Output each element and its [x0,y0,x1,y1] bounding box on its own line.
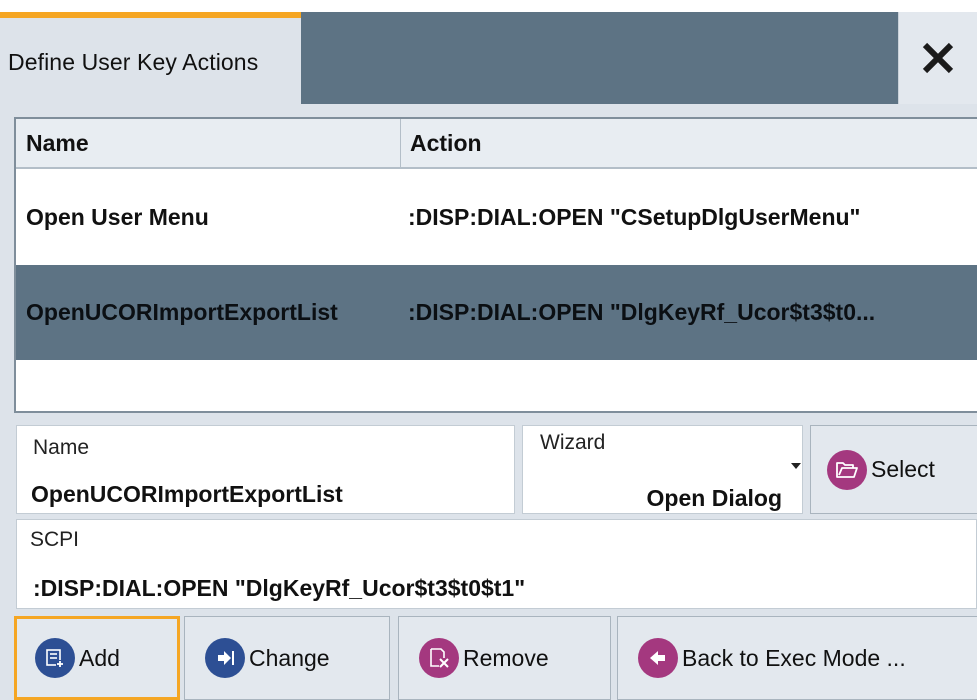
dialog-header-bar [301,12,898,107]
row-name-cell: OpenUCORImportExportList [26,299,338,325]
close-icon [922,42,954,74]
row-name-cell: Open User Menu [26,204,209,230]
remove-button[interactable]: Remove [398,616,611,700]
name-field-value: OpenUCORImportExportList [31,481,343,507]
scpi-field[interactable]: SCPI :DISP:DIAL:OPEN "DlgKeyRf_Ucor$t3$t… [16,519,977,609]
dialog-title-tab: Define User Key Actions [0,12,301,107]
select-button-label: Select [871,456,935,482]
user-key-actions-table: Name Action Open User Menu :DISP:DIAL:OP… [14,117,977,413]
change-arrow-icon [205,638,245,678]
back-arrow-icon [638,638,678,678]
row-action-cell: :DISP:DIAL:OPEN "CSetupDlgUserMenu" [408,204,861,230]
table-row-selected[interactable]: OpenUCORImportExportList :DISP:DIAL:OPEN… [16,265,977,360]
select-button[interactable]: Select [810,425,977,514]
add-button[interactable]: Add [14,616,180,700]
table-row[interactable]: Open User Menu :DISP:DIAL:OPEN "CSetupDl… [16,170,977,265]
column-header-action[interactable]: Action [401,119,977,167]
add-entry-icon [35,638,75,678]
folder-open-icon [827,449,867,490]
change-button[interactable]: Change [184,616,390,700]
name-field[interactable]: Name OpenUCORImportExportList [16,425,515,514]
column-header-name[interactable]: Name [16,119,401,167]
remove-entry-icon [419,638,459,678]
dialog-title: Define User Key Actions [8,49,259,75]
chevron-down-icon [791,463,801,469]
top-strip [0,0,977,12]
wizard-dropdown-label: Wizard [540,431,606,454]
scpi-field-label: SCPI [30,528,80,551]
wizard-dropdown-value: Open Dialog [646,485,782,511]
wizard-dropdown[interactable]: Wizard Open Dialog [522,425,803,514]
change-button-label: Change [249,644,330,671]
table-header: Name Action [16,119,977,169]
remove-button-label: Remove [463,644,549,671]
row-action-cell: :DISP:DIAL:OPEN "DlgKeyRf_Ucor$t3$t0... [408,299,876,325]
add-button-label: Add [79,644,120,671]
name-field-label: Name [33,436,90,459]
back-to-exec-mode-button[interactable]: Back to Exec Mode ... [617,616,977,700]
scpi-field-value: :DISP:DIAL:OPEN "DlgKeyRf_Ucor$t3$t0$t1" [33,575,526,601]
back-button-label: Back to Exec Mode ... [682,644,906,671]
close-button[interactable] [898,12,977,104]
